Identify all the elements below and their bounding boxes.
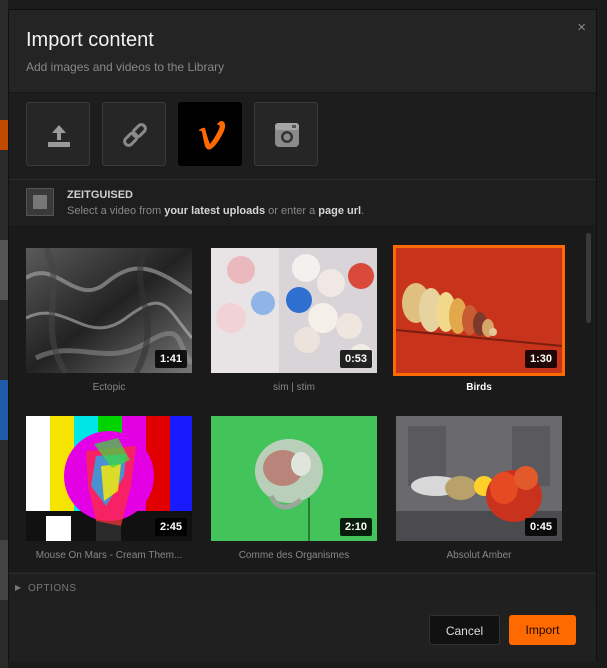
video-thumbnail: 1:30 (393, 245, 565, 376)
video-duration: 1:30 (524, 350, 557, 368)
video-title: Absolut Amber (446, 550, 512, 561)
dialog-header: Import content Add images and videos to … (9, 10, 596, 93)
dialog-subtitle: Add images and videos to the Library (26, 60, 225, 74)
video-duration: 2:45 (154, 518, 187, 536)
vimeo-source-button[interactable] (178, 102, 242, 166)
video-duration: 0:53 (339, 350, 372, 368)
account-avatar (26, 188, 54, 216)
link-icon (123, 123, 147, 147)
upload-icon (48, 125, 70, 147)
hint-text: Select a video from (67, 205, 165, 217)
video-thumbnail: 2:10 (211, 416, 377, 541)
video-thumbnail: 0:45 (396, 416, 562, 541)
options-label: OPTIONS (28, 583, 77, 594)
close-icon[interactable]: × (577, 19, 586, 36)
hint-text: . (361, 205, 365, 217)
page-url-link[interactable]: page url (318, 205, 361, 217)
video-thumbnail: 2:45 (26, 416, 192, 541)
video-duration: 0:45 (524, 518, 557, 536)
video-title: Birds (466, 382, 492, 393)
link-source-button[interactable] (102, 102, 166, 166)
cancel-button[interactable]: Cancel (429, 615, 500, 645)
vimeo-icon (199, 121, 226, 150)
instagram-icon (275, 123, 299, 147)
import-dialog: Import content Add images and videos to … (8, 9, 597, 662)
dialog-title: Import content (26, 29, 154, 51)
account-hint: Select a video from your latest uploads … (67, 205, 364, 217)
instagram-source-button[interactable] (254, 102, 318, 166)
hint-text: or enter a (265, 205, 319, 217)
options-toggle[interactable]: ▶ OPTIONS (9, 573, 596, 603)
import-button[interactable]: Import (509, 615, 576, 645)
source-tabs (9, 93, 596, 180)
latest-uploads-link[interactable]: your latest uploads (164, 205, 265, 217)
dialog-footer: Cancel Import (9, 602, 596, 662)
grid-scrollbar[interactable] (586, 233, 591, 323)
account-bar: ZEITGUISED Select a video from your late… (9, 180, 596, 227)
video-thumbnail: 0:53 (211, 248, 377, 373)
video-title: Comme des Organismes (238, 550, 350, 561)
video-title: Ectopic (92, 382, 126, 393)
video-duration: 1:41 (154, 350, 187, 368)
background-app (0, 0, 8, 668)
video-title: sim | stim (272, 382, 316, 393)
upload-source-button[interactable] (26, 102, 90, 166)
video-thumbnail: 1:41 (26, 248, 192, 373)
triangle-right-icon: ▶ (15, 583, 22, 592)
video-title: Mouse On Mars - Cream Them... (35, 550, 183, 561)
video-duration: 2:10 (339, 518, 372, 536)
account-name: ZEITGUISED (67, 189, 134, 201)
video-grid: 1:41 Ectopic 0:53 sim | stim 1:30 Birds … (9, 227, 596, 572)
